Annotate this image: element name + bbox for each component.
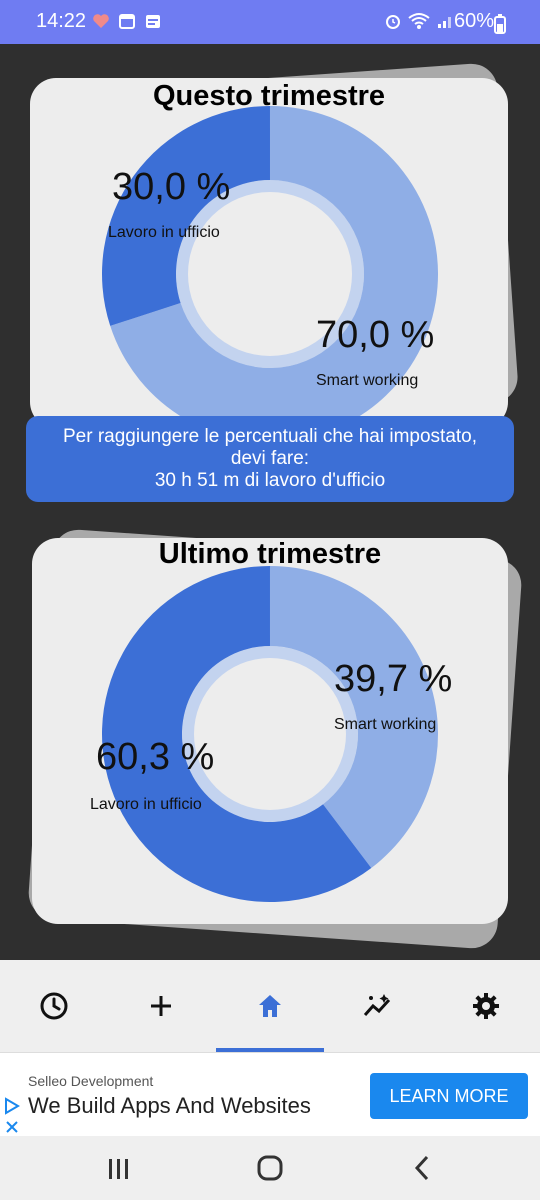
bottom-navigation bbox=[0, 960, 540, 1052]
system-navigation-bar bbox=[0, 1136, 540, 1200]
ad-headline[interactable]: We Build Apps And Websites bbox=[28, 1093, 311, 1119]
back-icon[interactable] bbox=[410, 1154, 434, 1182]
dashboard-content: Questo trimestre 30,0 % Lavoro in uffici… bbox=[0, 44, 540, 960]
clock-icon bbox=[40, 992, 68, 1020]
last-smart-value: 39,7 % bbox=[334, 658, 453, 700]
last-smart-label: Smart working bbox=[334, 716, 437, 733]
info-line-3: 30 h 51 m di lavoro d'ufficio bbox=[154, 470, 386, 491]
nav-settings-button[interactable] bbox=[456, 984, 516, 1028]
battery-percentage: 60% bbox=[454, 10, 495, 32]
home-system-icon[interactable] bbox=[256, 1154, 284, 1182]
current-smart-label: Smart working bbox=[316, 372, 419, 389]
ad-close-icon[interactable] bbox=[4, 1119, 20, 1135]
home-icon bbox=[259, 995, 281, 1017]
nav-home-button[interactable] bbox=[240, 984, 300, 1028]
ad-advertiser: Selleo Development bbox=[28, 1073, 154, 1089]
current-office-value: 30,0 % bbox=[112, 166, 231, 208]
calendar-notification-icon bbox=[119, 14, 135, 29]
recent-apps-icon[interactable] bbox=[106, 1156, 132, 1182]
last-office-value: 60,3 % bbox=[96, 736, 215, 778]
battery-icon bbox=[494, 14, 506, 34]
alarm-icon bbox=[386, 15, 400, 29]
info-line-2: devi fare: bbox=[230, 448, 310, 469]
gear-icon bbox=[473, 993, 499, 1019]
news-notification-icon bbox=[146, 15, 160, 28]
heart-notification-icon bbox=[93, 14, 109, 28]
ad-banner[interactable]: Selleo Development We Build Apps And Web… bbox=[0, 1052, 540, 1137]
wifi-icon bbox=[408, 13, 430, 29]
info-line-1: Per raggiungere le percentuali che hai i… bbox=[62, 426, 478, 447]
last-office-label: Lavoro in ufficio bbox=[90, 796, 202, 813]
donut-hole bbox=[194, 658, 346, 810]
nav-history-button[interactable] bbox=[24, 984, 84, 1028]
plus-icon bbox=[151, 996, 171, 1016]
current-smart-value: 70,0 % bbox=[316, 314, 435, 356]
trend-sparkle-icon bbox=[363, 994, 391, 1016]
last-quarter-donut bbox=[102, 566, 438, 902]
ad-choices-icon[interactable] bbox=[4, 1097, 20, 1115]
signal-icon bbox=[438, 17, 451, 28]
nav-stats-button[interactable] bbox=[348, 984, 408, 1028]
status-bar: 14:22 60% bbox=[0, 0, 540, 44]
nav-add-button[interactable] bbox=[131, 984, 191, 1028]
current-quarter-donut bbox=[102, 106, 438, 442]
target-info-box: Per raggiungere le percentuali che hai i… bbox=[26, 416, 514, 502]
status-time: 14:22 bbox=[36, 10, 87, 32]
current-office-label: Lavoro in ufficio bbox=[108, 224, 220, 241]
ad-learn-more-button[interactable]: LEARN MORE bbox=[370, 1073, 528, 1119]
